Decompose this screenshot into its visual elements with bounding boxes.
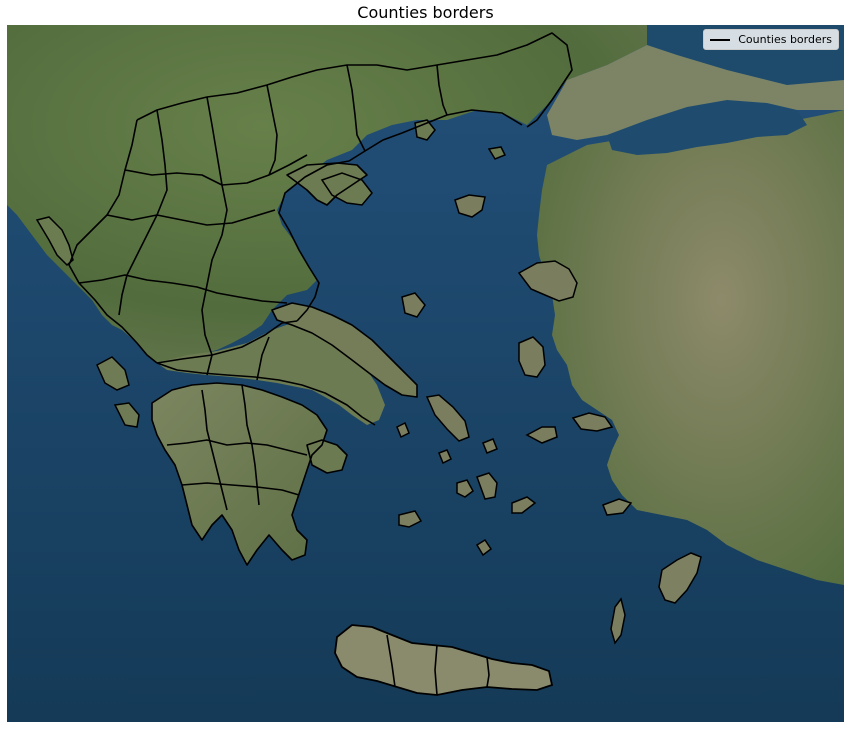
satellite-map[interactable]	[7, 25, 844, 722]
map-legend: Counties borders	[703, 29, 839, 50]
map-canvas	[7, 25, 844, 722]
legend-label: Counties borders	[738, 33, 832, 46]
legend-line-swatch	[710, 38, 731, 41]
map-title: Counties borders	[357, 3, 494, 22]
